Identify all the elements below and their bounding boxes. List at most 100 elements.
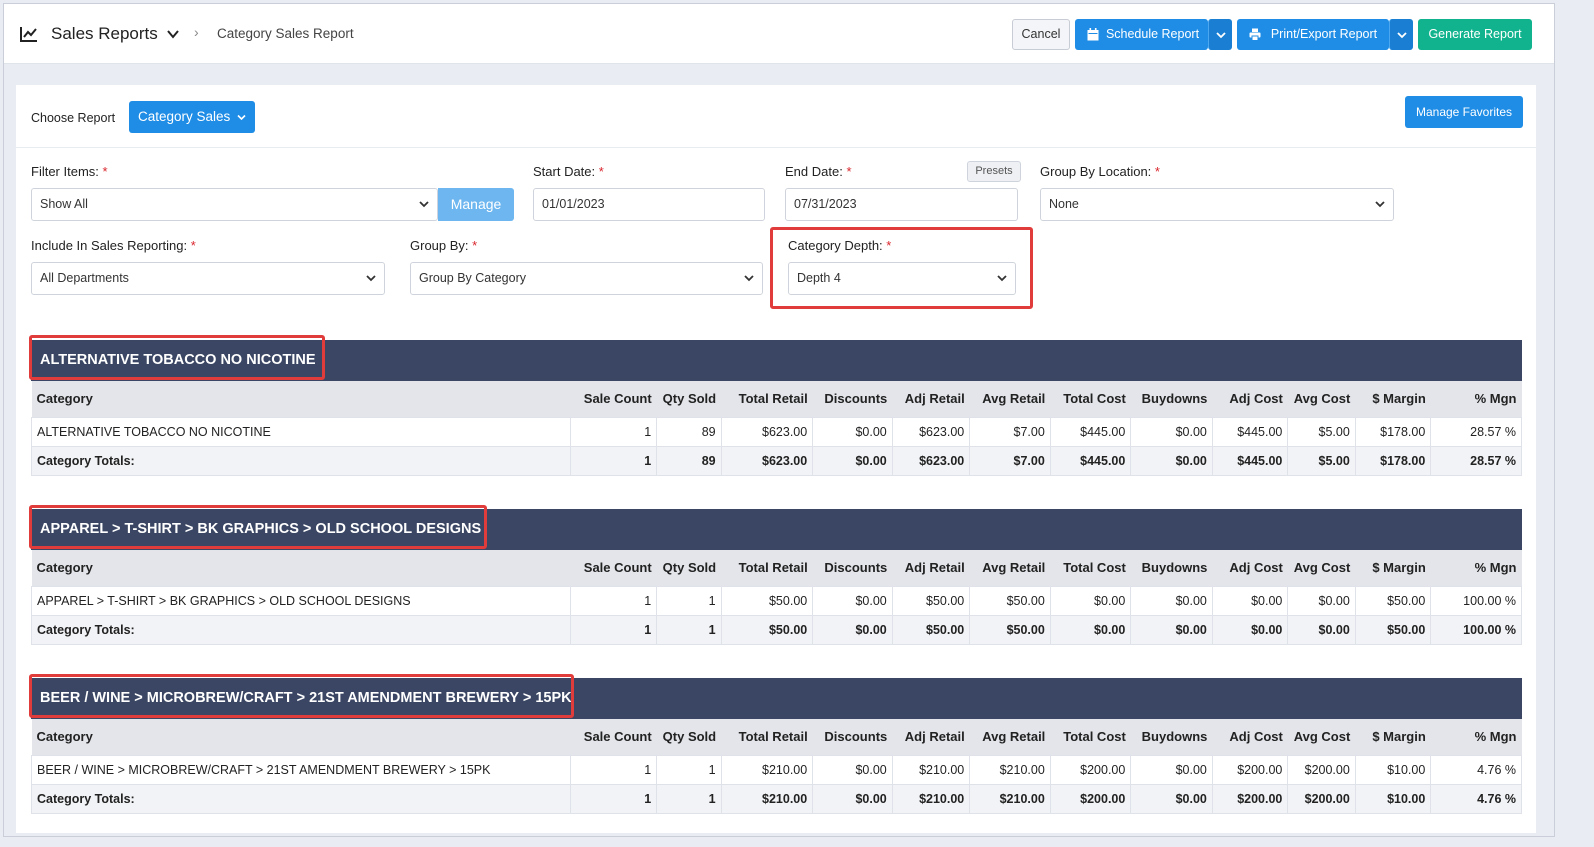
table-cell: $50.00 bbox=[720, 585, 814, 616]
column-header[interactable]: Avg Retail bbox=[969, 381, 1051, 417]
start-date-input[interactable]: 01/01/2023 bbox=[533, 188, 765, 221]
include-sales-select[interactable]: All Departments bbox=[31, 262, 385, 295]
table-cell: $200.00 bbox=[1287, 754, 1356, 785]
table-cell: $0.00 bbox=[1211, 614, 1289, 645]
schedule-report-dropdown[interactable] bbox=[1208, 19, 1232, 50]
table-cell: $445.00 bbox=[1211, 445, 1289, 476]
column-header[interactable]: Total Retail bbox=[721, 381, 813, 417]
column-header[interactable]: Qty Sold bbox=[656, 550, 722, 586]
column-header[interactable]: Buydowns bbox=[1130, 719, 1213, 755]
manage-favorites-button[interactable]: Manage Favorites bbox=[1405, 96, 1523, 128]
table-cell: ALTERNATIVE TOBACCO NO NICOTINE bbox=[31, 416, 571, 447]
table-cell: $210.00 bbox=[891, 754, 971, 785]
manage-button[interactable]: Manage bbox=[438, 188, 514, 221]
table-cell: $0.00 bbox=[1130, 585, 1213, 616]
column-header[interactable]: Total Retail bbox=[721, 550, 813, 586]
column-header[interactable]: Adj Cost bbox=[1212, 550, 1288, 586]
print-export-button[interactable]: Print/Export Report bbox=[1237, 19, 1389, 50]
column-header[interactable]: Sale Count bbox=[570, 550, 657, 586]
table-cell: $50.00 bbox=[1354, 585, 1432, 616]
category-table: Category Sale Count Qty Sold Total Retail Di… bbox=[31, 719, 1522, 814]
column-header[interactable]: Discounts bbox=[812, 550, 893, 586]
column-header[interactable]: Avg Retail bbox=[969, 719, 1051, 755]
table-cell: $210.00 bbox=[969, 783, 1051, 814]
report-select-button[interactable]: Category Sales bbox=[129, 101, 255, 133]
table-cell: 100.00 % bbox=[1430, 614, 1522, 645]
table-cell: 89 bbox=[656, 445, 722, 476]
group-by-location-select[interactable]: None bbox=[1040, 188, 1394, 221]
table-cell: 28.57 % bbox=[1430, 445, 1522, 476]
include-sales-value: All Departments bbox=[40, 271, 129, 285]
column-header[interactable]: Qty Sold bbox=[656, 719, 722, 755]
table-cell: 1 bbox=[569, 585, 658, 616]
filter-items-value: Show All bbox=[40, 197, 88, 211]
column-header[interactable]: Total Cost bbox=[1050, 381, 1131, 417]
column-header[interactable]: Adj Retail bbox=[892, 550, 970, 586]
table-cell: $50.00 bbox=[969, 585, 1051, 616]
column-header[interactable]: $ Margin bbox=[1355, 381, 1431, 417]
column-header[interactable]: % Mgn bbox=[1430, 550, 1522, 586]
column-header[interactable]: Adj Cost bbox=[1212, 719, 1288, 755]
table-cell: $200.00 bbox=[1211, 754, 1289, 785]
column-header[interactable]: $ Margin bbox=[1355, 550, 1431, 586]
breadcrumb: Category Sales Report bbox=[217, 26, 354, 41]
column-header[interactable]: Buydowns bbox=[1130, 550, 1213, 586]
column-header[interactable]: Avg Retail bbox=[969, 550, 1051, 586]
table-cell: 100.00 % bbox=[1430, 585, 1522, 616]
column-header[interactable]: Adj Cost bbox=[1212, 381, 1288, 417]
group-by-select[interactable]: Group By Category bbox=[410, 262, 763, 295]
print-export-dropdown[interactable] bbox=[1389, 19, 1413, 50]
line-chart-icon bbox=[20, 27, 37, 42]
choose-report-label: Choose Report bbox=[31, 111, 116, 125]
column-header[interactable]: Qty Sold bbox=[656, 381, 722, 417]
filter-items-select[interactable]: Show All bbox=[31, 188, 438, 221]
column-header[interactable]: % Mgn bbox=[1430, 381, 1522, 417]
column-header[interactable]: Sale Count bbox=[570, 719, 657, 755]
schedule-report-button[interactable]: Schedule Report bbox=[1075, 19, 1208, 50]
print-export-label: Print/Export Report bbox=[1270, 27, 1378, 41]
cancel-button[interactable]: Cancel bbox=[1012, 19, 1070, 50]
column-header[interactable]: Adj Retail bbox=[892, 381, 970, 417]
group-by-value: Group By Category bbox=[419, 271, 526, 285]
table-cell: Category Totals: bbox=[31, 614, 571, 645]
table-cell: $7.00 bbox=[969, 416, 1051, 447]
column-header[interactable]: Category bbox=[31, 550, 571, 586]
table-cell: $178.00 bbox=[1354, 416, 1432, 447]
column-header[interactable]: $ Margin bbox=[1355, 719, 1431, 755]
generate-report-button[interactable]: Generate Report bbox=[1418, 19, 1532, 50]
column-header[interactable]: Category bbox=[31, 719, 571, 755]
category-depth-select[interactable]: Depth 4 bbox=[788, 262, 1016, 295]
presets-button[interactable]: Presets bbox=[967, 161, 1021, 182]
table-cell: $50.00 bbox=[720, 614, 814, 645]
chevron-down-icon[interactable] bbox=[166, 27, 180, 41]
section-highlight bbox=[29, 674, 574, 718]
table-row: BEER / WINE > MICROBREW/CRAFT > 21ST AME… bbox=[31, 754, 1522, 785]
column-header[interactable]: % Mgn bbox=[1430, 719, 1522, 755]
table-cell: $210.00 bbox=[891, 783, 971, 814]
column-header[interactable]: Buydowns bbox=[1130, 381, 1213, 417]
column-header[interactable]: Category bbox=[31, 381, 571, 417]
column-header[interactable]: Avg Cost bbox=[1287, 719, 1356, 755]
chevron-down-icon bbox=[997, 275, 1007, 282]
column-header[interactable]: Total Cost bbox=[1050, 550, 1131, 586]
totals-row: Category Totals: 1 1 $50.00 $0.00 $50.00 $50.0… bbox=[31, 614, 1522, 645]
table-row: ALTERNATIVE TOBACCO NO NICOTINE 1 89 $623.0… bbox=[31, 416, 1522, 447]
schedule-report-label: Schedule Report bbox=[1105, 27, 1200, 41]
column-header[interactable]: Adj Retail bbox=[892, 719, 970, 755]
chevron-down-icon bbox=[1396, 32, 1407, 39]
column-header[interactable]: Discounts bbox=[812, 381, 893, 417]
column-header[interactable]: Total Cost bbox=[1050, 719, 1131, 755]
table-cell: $210.00 bbox=[720, 783, 814, 814]
column-header[interactable]: Avg Cost bbox=[1287, 550, 1356, 586]
page-title[interactable]: Sales Reports bbox=[51, 24, 158, 44]
table-header-row: Category Sale Count Qty Sold Total Retail Di… bbox=[31, 381, 1522, 417]
table-cell: $10.00 bbox=[1354, 783, 1432, 814]
end-date-input[interactable]: 07/31/2023 bbox=[785, 188, 1018, 221]
table-cell: $445.00 bbox=[1211, 416, 1289, 447]
table-cell: $0.00 bbox=[1130, 783, 1213, 814]
report-panel: Choose Report Category Sales Manage Favo… bbox=[16, 85, 1536, 833]
column-header[interactable]: Avg Cost bbox=[1287, 381, 1356, 417]
column-header[interactable]: Discounts bbox=[812, 719, 893, 755]
column-header[interactable]: Sale Count bbox=[570, 381, 657, 417]
column-header[interactable]: Total Retail bbox=[721, 719, 813, 755]
